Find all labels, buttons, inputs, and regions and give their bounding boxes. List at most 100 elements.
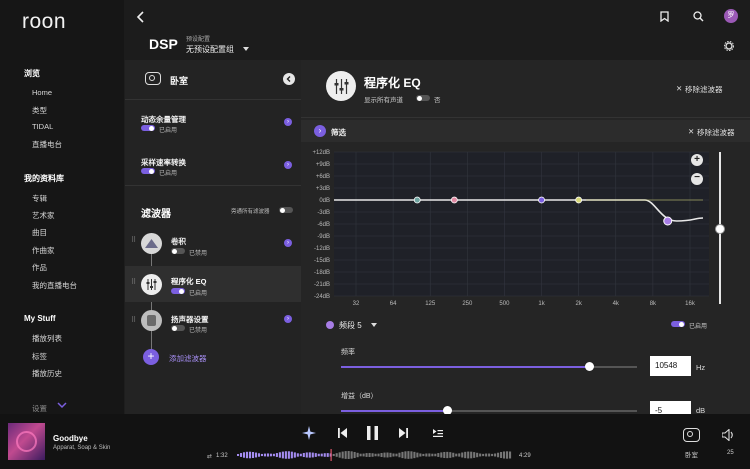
filter-remove-button[interactable]: 移除滤波器 [697, 127, 735, 138]
sample-rate-toggle[interactable] [141, 168, 155, 174]
caret-down-icon[interactable] [371, 323, 377, 327]
volume-icon[interactable] [722, 429, 735, 441]
y-tick-label: -3dB [317, 210, 330, 216]
filter-toggle[interactable] [171, 325, 185, 331]
back-icon[interactable] [136, 11, 146, 23]
zoom-in-button[interactable]: + [691, 154, 703, 166]
zoom-out-button[interactable]: − [691, 173, 703, 185]
volume-leveling-toggle[interactable] [141, 125, 155, 131]
eq-response-chart[interactable]: +12dB +9dB +6dB +3dB 0dB -3dB -6dB -9dB -12dB -15… [301, 146, 750, 314]
track-artist[interactable]: Apparat, Soap & Skin [53, 445, 110, 451]
filter-status: 已启用 [189, 291, 208, 297]
speaker-icon [145, 72, 161, 85]
sidebar-item-radio[interactable]: 直播电台 [32, 139, 62, 150]
filter-row-speaker-setup[interactable]: ⠿ 扬声器设置 已禁用 › [125, 305, 301, 341]
y-tick-label: -15dB [314, 258, 330, 264]
waveform-bar [296, 453, 299, 457]
sidebar-item-tracks[interactable]: 曲目 [32, 227, 47, 238]
sidebar-item-history[interactable]: 播放历史 [32, 368, 62, 379]
bookmark-icon[interactable] [660, 11, 669, 22]
zone-speaker-icon[interactable] [683, 428, 700, 442]
caret-down-icon[interactable] [243, 47, 249, 51]
filters-heading: 滤波器 [141, 209, 171, 220]
pause-icon[interactable] [367, 426, 378, 440]
band-handle [413, 196, 421, 204]
playhead[interactable] [330, 449, 332, 461]
vertical-gain-slider-handle[interactable] [715, 224, 725, 234]
chevron-down-icon[interactable] [57, 402, 67, 409]
waveform-bar [386, 452, 389, 458]
waveform-bar [443, 451, 446, 459]
waveform-bar [494, 453, 497, 457]
waveform-bar [458, 453, 461, 457]
chevron-right-icon[interactable]: › [284, 161, 292, 169]
drag-handle-icon[interactable]: ⠿ [131, 278, 136, 286]
filter-row-procedural-eq[interactable]: ⠿ 程序化 EQ 已启用 [125, 266, 301, 302]
add-filter-icon[interactable]: + [143, 349, 159, 365]
chevron-right-icon[interactable]: › [284, 118, 292, 126]
sidebar-item-playlists[interactable]: 播放列表 [32, 333, 62, 344]
y-tick-label: -18dB [314, 270, 330, 276]
sidebar-item-artists[interactable]: 艺术家 [32, 210, 55, 221]
previous-icon[interactable] [338, 428, 348, 438]
eq-icon [141, 274, 162, 295]
waveform-bar [413, 451, 416, 459]
album-art[interactable] [8, 423, 45, 460]
gain-input[interactable]: -5 [650, 401, 691, 414]
add-filter-button[interactable]: 添加滤波器 [169, 353, 207, 364]
preset-select[interactable]: 无预设配置组 [186, 44, 234, 55]
collapse-panel-button[interactable] [283, 73, 295, 85]
track-title[interactable]: Goodbye [53, 434, 88, 443]
waveform-bar [239, 453, 243, 457]
waveform-bar [302, 452, 305, 458]
y-tick-label: +3dB [316, 186, 330, 192]
expand-filter-icon[interactable]: › [314, 125, 326, 137]
frequency-input[interactable]: 10548 [650, 356, 691, 376]
band-select[interactable]: 频段 5 [339, 320, 362, 331]
user-avatar[interactable]: 罗 [724, 9, 738, 23]
sidebar-item-tidal[interactable]: TIDAL [32, 122, 53, 131]
zone-panel: 卧室 动态余量管理 已启用 › 采样速率转换 已启用 › 滤波器 旁通所有滤波器… [125, 60, 301, 414]
frequency-slider-handle[interactable] [585, 362, 595, 371]
sidebar-item-albums[interactable]: 专辑 [32, 193, 47, 204]
show-all-channels-toggle[interactable] [416, 95, 430, 101]
filter-toggle[interactable] [171, 248, 185, 254]
next-icon[interactable] [398, 428, 408, 438]
gain-slider-track[interactable] [341, 406, 637, 415]
waveform-bar [353, 451, 356, 459]
queue-icon[interactable] [433, 429, 443, 437]
zone-name: 卧室 [170, 76, 189, 86]
sidebar-item-home[interactable]: Home [32, 88, 52, 97]
waveform-bar [269, 453, 272, 457]
x-tick-label: 8k [650, 301, 657, 307]
zone-label[interactable]: 卧室 [685, 449, 698, 459]
search-icon[interactable] [693, 11, 704, 22]
y-tick-label: +6dB [316, 174, 330, 180]
chevron-right-icon[interactable]: › [284, 239, 292, 247]
close-icon[interactable]: ✕ [676, 84, 682, 93]
filter-section-label: 筛选 [331, 128, 346, 137]
y-tick-label: +12dB [312, 150, 330, 156]
y-tick-label: -9dB [317, 234, 330, 240]
sidebar-item-composers[interactable]: 作曲家 [32, 245, 55, 256]
waveform-bar [338, 452, 341, 458]
sidebar-item-my-radio[interactable]: 我的直播电台 [32, 280, 77, 291]
sidebar-item-genres[interactable]: 类型 [32, 105, 47, 116]
bypass-all-toggle[interactable] [279, 207, 293, 213]
drag-handle-icon[interactable]: ⠿ [131, 236, 136, 244]
radio-spark-icon[interactable] [302, 426, 316, 440]
waveform-seekbar[interactable] [237, 449, 512, 461]
sidebar-item-settings[interactable]: 设置 [32, 403, 47, 414]
filter-row-convolution[interactable]: ⠿ 卷积 已禁用 › [125, 227, 301, 263]
chevron-right-icon[interactable]: › [284, 315, 292, 323]
gear-icon[interactable] [724, 41, 734, 51]
sidebar-item-tags[interactable]: 标签 [32, 351, 47, 362]
repeat-icon[interactable]: ⇄ [207, 453, 212, 460]
drag-handle-icon[interactable]: ⠿ [131, 316, 136, 324]
filter-toggle[interactable] [171, 288, 185, 294]
remove-filter-button[interactable]: 移除滤波器 [685, 84, 723, 95]
close-icon[interactable]: ✕ [688, 127, 694, 136]
band-enabled-toggle[interactable] [671, 321, 685, 327]
sidebar-item-compositions[interactable]: 作品 [32, 262, 47, 273]
frequency-slider-track[interactable] [341, 362, 637, 371]
